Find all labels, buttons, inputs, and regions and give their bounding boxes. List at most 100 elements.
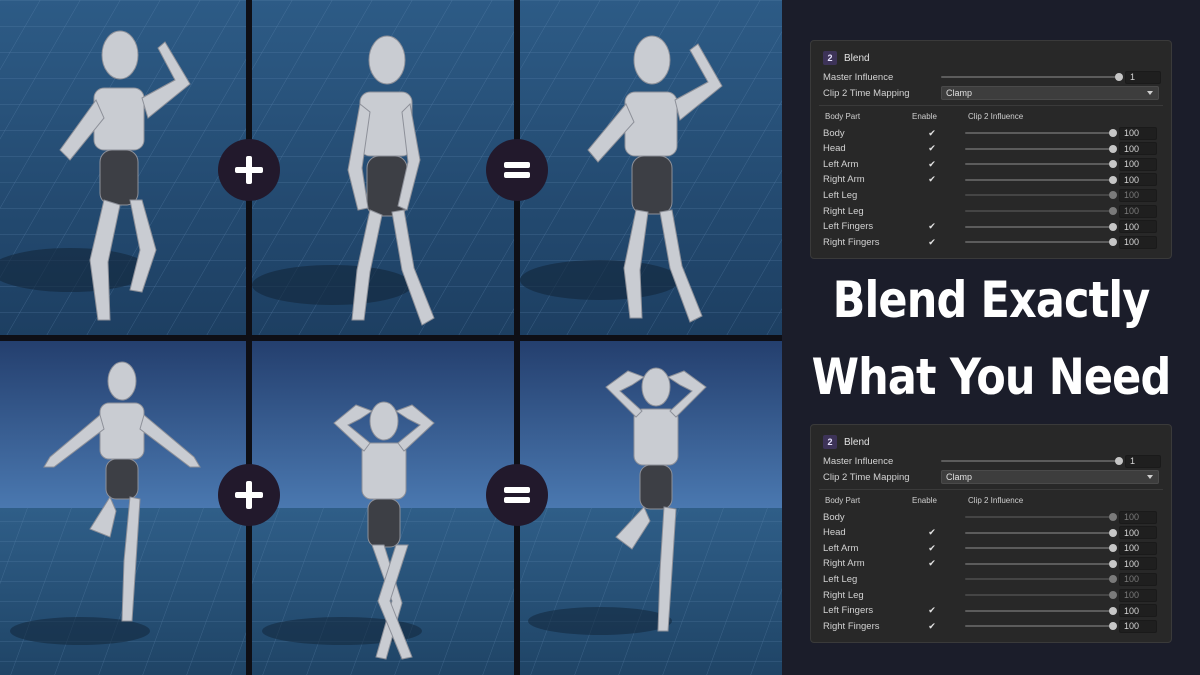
enable-checkbox[interactable]	[927, 206, 937, 216]
checkmark-icon: ✔	[928, 143, 936, 154]
influence-slider[interactable]	[965, 510, 1117, 524]
body-part-row: Right Leg 100	[823, 204, 1161, 218]
master-influence-label: Master Influence	[823, 455, 894, 467]
chevron-down-icon	[1147, 91, 1153, 95]
influence-value-field[interactable]: 100	[1119, 572, 1157, 586]
influence-value-field[interactable]: 100	[1119, 204, 1157, 218]
body-part-label: Left Arm	[823, 158, 859, 170]
time-mapping-label: Clip 2 Time Mapping	[823, 87, 910, 99]
enable-checkbox[interactable]: ✔	[927, 621, 937, 631]
panel-header: 2 Blend	[823, 435, 870, 449]
influence-value-field[interactable]: 100	[1119, 604, 1157, 618]
slider-knob[interactable]	[1109, 207, 1117, 215]
divider	[819, 105, 1163, 106]
slider-knob[interactable]	[1109, 144, 1117, 153]
checkmark-icon: ✔	[928, 127, 936, 138]
time-mapping-dropdown[interactable]: Clamp	[941, 86, 1159, 100]
influence-slider[interactable]	[965, 204, 1117, 218]
influence-slider[interactable]	[965, 557, 1117, 571]
influence-value-field[interactable]: 100	[1119, 235, 1157, 249]
enable-checkbox[interactable]	[927, 574, 937, 584]
influence-value-field[interactable]: 100	[1119, 188, 1157, 202]
panel-header: 2 Blend	[823, 51, 870, 65]
slider-knob[interactable]	[1109, 129, 1117, 137]
influence-value-field[interactable]: 100	[1119, 157, 1157, 171]
enable-checkbox[interactable]	[927, 590, 937, 600]
body-part-row: Left Arm ✔ 100	[823, 157, 1161, 171]
checkmark-icon: ✔	[928, 620, 936, 631]
slider-knob[interactable]	[1109, 191, 1117, 200]
master-influence-slider[interactable]	[941, 454, 1123, 468]
slider-knob[interactable]	[1109, 591, 1117, 599]
right-column: 2 Blend Master Influence 1 Clip 2 Time M…	[782, 0, 1200, 675]
influence-column-header: Clip 2 Influence	[968, 496, 1024, 505]
influence-value-field[interactable]: 100	[1119, 526, 1157, 540]
slider-knob[interactable]	[1109, 175, 1117, 184]
body-part-row: Right Fingers ✔ 100	[823, 619, 1161, 633]
blend-panel-top: 2 Blend Master Influence 1 Clip 2 Time M…	[810, 40, 1172, 259]
influence-value-field[interactable]: 100	[1119, 557, 1157, 571]
slider-knob[interactable]	[1109, 222, 1117, 231]
influence-value-field[interactable]: 100	[1119, 173, 1157, 187]
body-part-row: Body ✔ 100	[823, 126, 1161, 140]
enable-checkbox[interactable]: ✔	[927, 174, 937, 185]
influence-slider[interactable]	[965, 604, 1117, 618]
slider-knob[interactable]	[1109, 606, 1117, 615]
body-part-label: Right Leg	[823, 589, 864, 601]
influence-slider[interactable]	[965, 188, 1117, 202]
influence-slider[interactable]	[965, 541, 1117, 555]
influence-slider[interactable]	[965, 572, 1117, 586]
enable-checkbox[interactable]: ✔	[927, 143, 937, 154]
enable-checkbox[interactable]: ✔	[927, 221, 937, 232]
enable-checkbox[interactable]: ✔	[927, 558, 937, 569]
influence-slider[interactable]	[965, 173, 1117, 187]
enable-checkbox[interactable]	[927, 190, 937, 200]
time-mapping-dropdown[interactable]: Clamp	[941, 470, 1159, 484]
influence-slider[interactable]	[965, 142, 1117, 156]
panel-title: Blend	[844, 52, 870, 64]
slider-knob[interactable]	[1115, 457, 1123, 465]
influence-value-field[interactable]: 100	[1119, 510, 1157, 524]
enable-checkbox[interactable]: ✔	[927, 527, 937, 538]
influence-slider[interactable]	[965, 126, 1117, 140]
slider-knob[interactable]	[1109, 528, 1117, 537]
enable-checkbox[interactable]: ✔	[927, 128, 937, 138]
influence-slider[interactable]	[965, 619, 1117, 633]
master-influence-field[interactable]: 1	[1125, 70, 1161, 84]
slider-knob[interactable]	[1109, 513, 1117, 521]
slider-knob[interactable]	[1109, 622, 1117, 631]
influence-slider[interactable]	[965, 220, 1117, 234]
body-part-label: Right Arm	[823, 174, 865, 186]
influence-value-field[interactable]: 100	[1119, 126, 1157, 140]
checkmark-icon: ✔	[928, 558, 936, 569]
clip-number-badge: 2	[823, 435, 837, 449]
enable-column-header: Enable	[912, 496, 937, 505]
checkmark-icon: ✔	[928, 236, 936, 247]
influence-slider[interactable]	[965, 526, 1117, 540]
influence-value-field[interactable]: 100	[1119, 541, 1157, 555]
influence-value-field[interactable]: 100	[1119, 142, 1157, 156]
influence-value-field[interactable]: 100	[1119, 619, 1157, 633]
slider-knob[interactable]	[1109, 544, 1117, 553]
bottom-clip-1-image	[0, 341, 246, 675]
influence-value-field[interactable]: 100	[1119, 220, 1157, 234]
enable-checkbox[interactable]: ✔	[927, 159, 937, 169]
master-influence-field[interactable]: 1	[1125, 454, 1161, 468]
enable-checkbox[interactable]: ✔	[927, 543, 937, 553]
influence-slider[interactable]	[965, 588, 1117, 602]
slider-knob[interactable]	[1109, 575, 1117, 584]
slider-knob[interactable]	[1109, 238, 1117, 247]
enable-checkbox[interactable]: ✔	[927, 605, 937, 616]
slider-knob[interactable]	[1115, 73, 1123, 81]
body-part-row: Right Arm ✔ 100	[823, 557, 1161, 571]
checkmark-icon: ✔	[928, 158, 936, 169]
enable-checkbox[interactable]	[927, 512, 937, 522]
enable-checkbox[interactable]: ✔	[927, 237, 937, 247]
influence-slider[interactable]	[965, 157, 1117, 171]
body-part-column-header: Body Part	[825, 112, 861, 121]
master-influence-slider[interactable]	[941, 70, 1123, 84]
influence-value-field[interactable]: 100	[1119, 588, 1157, 602]
slider-knob[interactable]	[1109, 160, 1117, 169]
influence-slider[interactable]	[965, 235, 1117, 249]
slider-knob[interactable]	[1109, 559, 1117, 568]
